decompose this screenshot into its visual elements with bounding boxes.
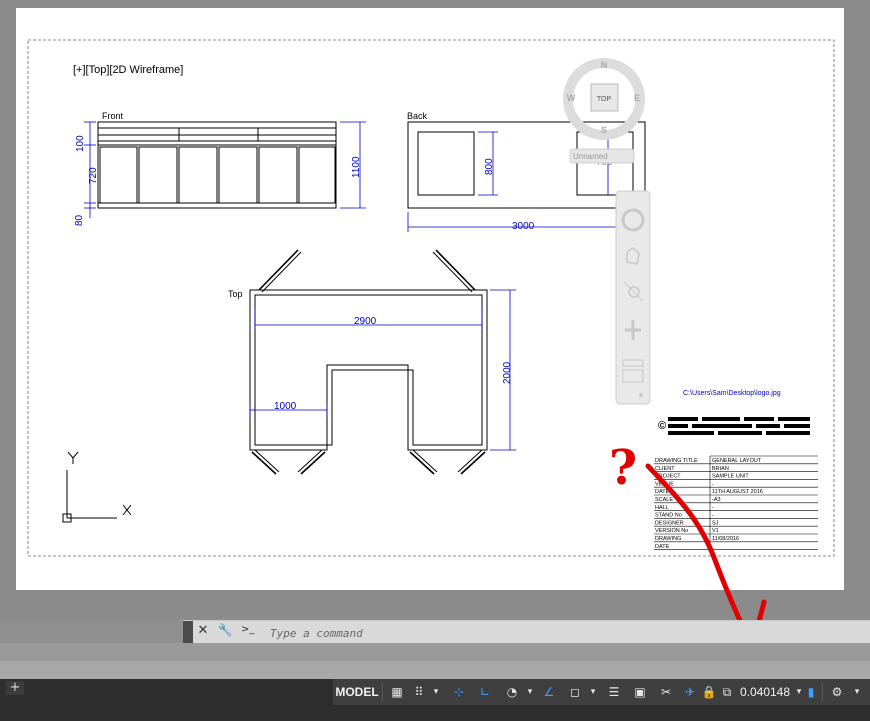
- selection-cycling-icon[interactable]: ▣: [629, 682, 651, 702]
- polar-tracking-icon[interactable]: ◔: [501, 682, 523, 702]
- dim-front-1100: 1100: [351, 156, 362, 178]
- dim-back-3000: 3000: [512, 221, 535, 232]
- title-block-value: GENERAL LAYOUT: [712, 458, 762, 464]
- title-block-label: DRAWING TITLE: [655, 458, 698, 464]
- viewport-controls-label[interactable]: [+][Top][2D Wireframe]: [73, 64, 183, 76]
- dim-top-1000: 1000: [274, 401, 297, 412]
- top-view: [249, 249, 488, 475]
- front-label: Front: [102, 111, 124, 121]
- polar-dropdown-icon[interactable]: ▾: [524, 682, 536, 702]
- front-view: [97, 121, 337, 209]
- viewport-scale-icon[interactable]: ⧉: [718, 682, 736, 702]
- dynamic-input-icon[interactable]: ⊹: [448, 682, 470, 702]
- snap-mode-icon[interactable]: ⠿: [409, 682, 429, 702]
- dim-top-2000: 2000: [502, 361, 513, 384]
- title-block-label: STAND No: [655, 513, 682, 519]
- lineweight-icon[interactable]: ☰: [603, 682, 625, 702]
- layout-tabs-area: [0, 643, 870, 679]
- title-block-value: BRIAN: [712, 466, 729, 472]
- wrench-icon[interactable]: 🔧: [216, 623, 234, 641]
- ucs-menu-label: Unnamed: [573, 152, 608, 161]
- logo-path-text: C:\Users\Sam\Desktop\logo.jpg: [683, 390, 781, 397]
- title-block-label: SCALE: [655, 497, 673, 503]
- close-icon[interactable]: ✕: [195, 623, 211, 641]
- annotation-visibility-icon[interactable]: ✂: [655, 682, 677, 702]
- title-block-value: 11TH AUGUST 2016: [712, 489, 763, 495]
- gear-icon[interactable]: ⚙: [827, 682, 847, 702]
- title-block-value: SJ: [712, 520, 719, 526]
- title-block: DRAWING TITLE GENERAL LAYOUT CLIENT BRIAN PR…: [654, 455, 818, 550]
- title-block-value: -: [712, 513, 714, 519]
- title-block-label: HALL: [655, 505, 669, 511]
- title-block-label: CLIENT: [655, 466, 675, 472]
- drawing-canvas[interactable]: Front 100 720 80 1100 Back 800 3000 Top …: [0, 0, 870, 620]
- dim-front-100: 100: [75, 135, 86, 152]
- title-block-value: -: [712, 505, 714, 511]
- status-bar: + MODEL ▦ ⠿ ▾ ⊹ ∟ ◔ ▾ ∠ ◻ ▾ ☰ ▣ ✂ ✈ 🔒 ⧉ …: [0, 679, 870, 721]
- title-block-value: -: [712, 481, 714, 487]
- command-input[interactable]: [268, 623, 862, 643]
- command-line-grip[interactable]: [183, 621, 193, 643]
- auto-scale-icon[interactable]: ✈: [679, 682, 701, 702]
- title-block-label: VENUE: [655, 481, 674, 487]
- title-block-value: 11/08/2016: [712, 536, 739, 542]
- add-layout-button[interactable]: +: [6, 681, 24, 695]
- logo-placeholder: ©: [658, 417, 810, 435]
- title-block-label: VERSION No: [655, 528, 688, 534]
- viewcube-face-label: TOP: [597, 96, 612, 103]
- compass-west: W: [567, 93, 576, 103]
- title-block-value: SAMPLE UNIT: [712, 474, 749, 480]
- navbar-options-icon: [639, 393, 643, 397]
- title-block-value: -A3: [712, 497, 721, 503]
- annotation-scale-value[interactable]: 0.040148: [736, 682, 794, 702]
- model-space-button[interactable]: MODEL: [335, 682, 379, 702]
- compass-east: E: [634, 93, 640, 103]
- status-tools: MODEL ▦ ⠿ ▾ ⊹ ∟ ◔ ▾ ∠ ◻ ▾ ☰ ▣ ✂ ✈ 🔒 ⧉ 0.…: [333, 679, 870, 705]
- annotation-scale-dropdown-icon[interactable]: ▾: [794, 682, 804, 702]
- customization-dropdown-icon[interactable]: ▾: [850, 682, 864, 702]
- title-block-label: PROJECT: [655, 474, 681, 480]
- title-block-label: DATES: [655, 489, 673, 495]
- object-snap-icon[interactable]: ◻: [564, 682, 586, 702]
- layer-icon[interactable]: ▮: [804, 682, 818, 702]
- ortho-icon[interactable]: ∟: [474, 682, 496, 702]
- dim-front-720: 720: [88, 167, 99, 184]
- compass-south: S: [601, 125, 607, 135]
- command-line: ✕ 🔧 >_: [183, 620, 870, 643]
- snap-dropdown-icon[interactable]: ▾: [430, 682, 442, 702]
- front-dimensions: [84, 121, 366, 218]
- lock-icon[interactable]: 🔒: [701, 682, 717, 702]
- title-block-label: DRAWING: [655, 536, 681, 542]
- drawing-svg: Front 100 720 80 1100 Back 800 3000 Top …: [27, 39, 835, 557]
- top-label: Top: [228, 289, 243, 299]
- viewcube[interactable]: TOP N S W E Unnamed: [560, 55, 650, 175]
- dim-front-80: 80: [74, 214, 85, 226]
- title-block-label: DATE: [655, 544, 670, 550]
- compass-north: N: [601, 60, 608, 70]
- osnap-dropdown-icon[interactable]: ▾: [587, 682, 599, 702]
- annotation-question-mark: ?: [609, 440, 637, 496]
- command-history-icon[interactable]: >_: [241, 624, 259, 638]
- dim-back-800: 800: [484, 158, 495, 175]
- isodraft-icon[interactable]: ∠: [538, 682, 560, 702]
- dim-top-2900: 2900: [354, 316, 377, 327]
- title-block-value: V1: [712, 528, 719, 534]
- navigation-bar[interactable]: [615, 190, 651, 406]
- title-block-label: DESIGNER: [655, 520, 684, 526]
- grid-icon[interactable]: ▦: [387, 682, 407, 702]
- svg-text:©: ©: [658, 420, 666, 432]
- paper-sheet: Front 100 720 80 1100 Back 800 3000 Top …: [16, 8, 844, 590]
- back-label: Back: [407, 111, 428, 121]
- ucs-icon: [62, 451, 132, 523]
